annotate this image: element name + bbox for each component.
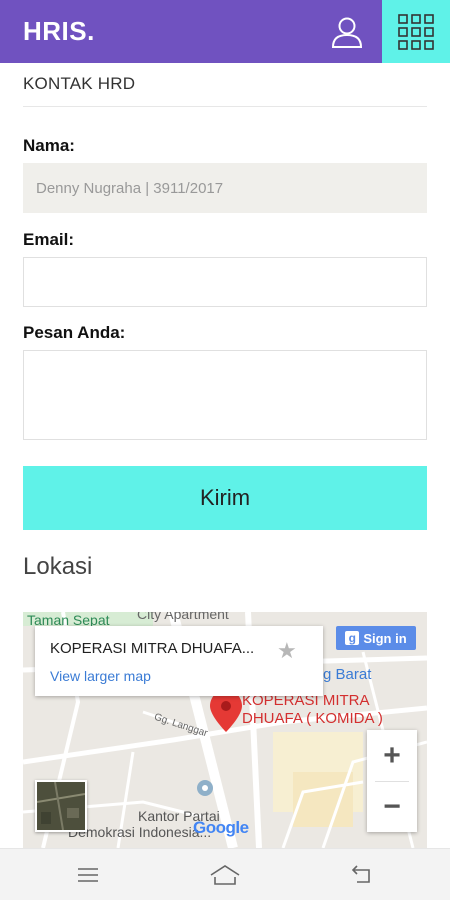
email-label: Email: (23, 230, 75, 249)
map-label-city-apartment: City Apartment (137, 612, 229, 622)
location-title: Lokasi (23, 553, 93, 580)
message-label: Pesan Anda: (23, 323, 126, 342)
map-label-demokrasi: Demokrasi Indonesia... (68, 824, 212, 840)
place-card: KOPERASI MITRA DHUAFA... View larger map… (35, 626, 323, 696)
view-larger-map-link[interactable]: View larger map (50, 668, 151, 684)
zoom-in-button[interactable]: + (367, 730, 417, 781)
google-logo: Google (193, 818, 249, 838)
system-navbar (0, 848, 450, 900)
signin-label: Sign in (363, 630, 407, 646)
home-nav-button[interactable] (205, 859, 245, 891)
email-field[interactable] (23, 257, 427, 307)
place-title: KOPERASI MITRA DHUAFA... (50, 640, 255, 657)
google-plus-icon: g (345, 631, 360, 645)
map-signin-button[interactable]: g Sign in (336, 626, 416, 650)
brand-logo[interactable]: HRIS. (23, 16, 95, 47)
submit-button[interactable]: Kirim (23, 466, 427, 530)
message-textarea[interactable] (23, 350, 427, 440)
google-logo-text: Google (193, 818, 249, 837)
home-icon (210, 865, 240, 885)
star-icon[interactable]: ★ (277, 638, 297, 664)
app-header: HRIS. (0, 0, 450, 63)
map-embed[interactable]: Taman Sepat City Apartment g Barat Gg. L… (23, 612, 427, 848)
zoom-control: + − (367, 730, 417, 832)
zoom-out-button[interactable]: − (367, 781, 417, 832)
map-label-barat: g Barat (323, 666, 372, 683)
name-label: Nama: (23, 136, 75, 155)
back-nav-button[interactable] (342, 859, 382, 891)
grid-menu-button[interactable] (382, 0, 450, 63)
grid-menu-icon (398, 13, 434, 50)
marker-label-line2: DHUAFA ( KOMIDA ) (242, 710, 383, 727)
back-icon (351, 865, 370, 883)
menu-nav-button[interactable] (68, 859, 108, 891)
satellite-toggle[interactable] (35, 780, 87, 832)
hamburger-icon (78, 868, 98, 882)
section-divider (23, 106, 427, 107)
satellite-thumbnail-icon (37, 782, 85, 830)
name-field[interactable] (23, 163, 427, 213)
profile-button[interactable] (325, 10, 369, 54)
section-title: KONTAK HRD (23, 74, 136, 93)
user-icon (331, 17, 363, 48)
